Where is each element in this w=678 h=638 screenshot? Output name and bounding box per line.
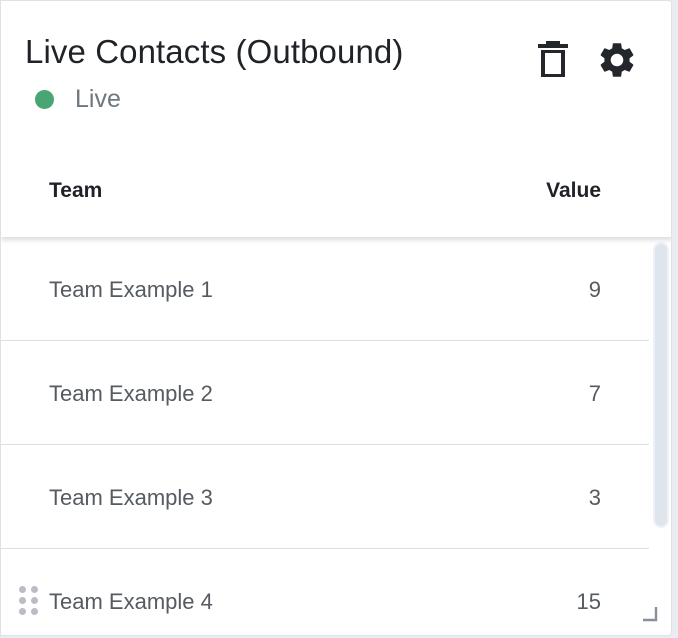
status-label: Live [75, 85, 121, 113]
table-row: Team Example 1 9 [1, 237, 649, 341]
row-value: 7 [588, 381, 601, 406]
status-indicator: Live [35, 85, 121, 114]
delete-button[interactable] [530, 37, 576, 83]
trash-icon [538, 41, 568, 77]
drag-handle-icon[interactable] [19, 586, 39, 616]
widget-header: Live Contacts (Outbound) Live Team Value [1, 1, 671, 237]
row-team-name: Team Example 4 [49, 589, 213, 614]
scrollbar-thumb[interactable] [653, 242, 669, 528]
live-contacts-widget: Live Contacts (Outbound) Live Team Value… [0, 0, 672, 636]
row-value: 15 [576, 589, 601, 614]
live-status-dot-icon [35, 90, 54, 109]
row-team-name: Team Example 1 [49, 277, 213, 302]
table-row: Team Example 4 15 [1, 549, 649, 635]
widget-title: Live Contacts (Outbound) [25, 33, 404, 70]
resize-handle-icon[interactable] [641, 605, 659, 623]
row-team-name: Team Example 3 [49, 485, 213, 510]
gear-icon [600, 43, 634, 77]
column-header-team: Team [49, 179, 103, 202]
team-table-body: Team Example 1 9 Team Example 2 7 Team E… [1, 237, 649, 635]
column-header-value: Value [546, 179, 601, 202]
settings-button[interactable] [594, 37, 640, 83]
row-team-name: Team Example 2 [49, 381, 213, 406]
table-row: Team Example 2 7 [1, 341, 649, 445]
row-value: 3 [588, 485, 601, 510]
table-row: Team Example 3 3 [1, 445, 649, 549]
row-value: 9 [588, 277, 601, 302]
